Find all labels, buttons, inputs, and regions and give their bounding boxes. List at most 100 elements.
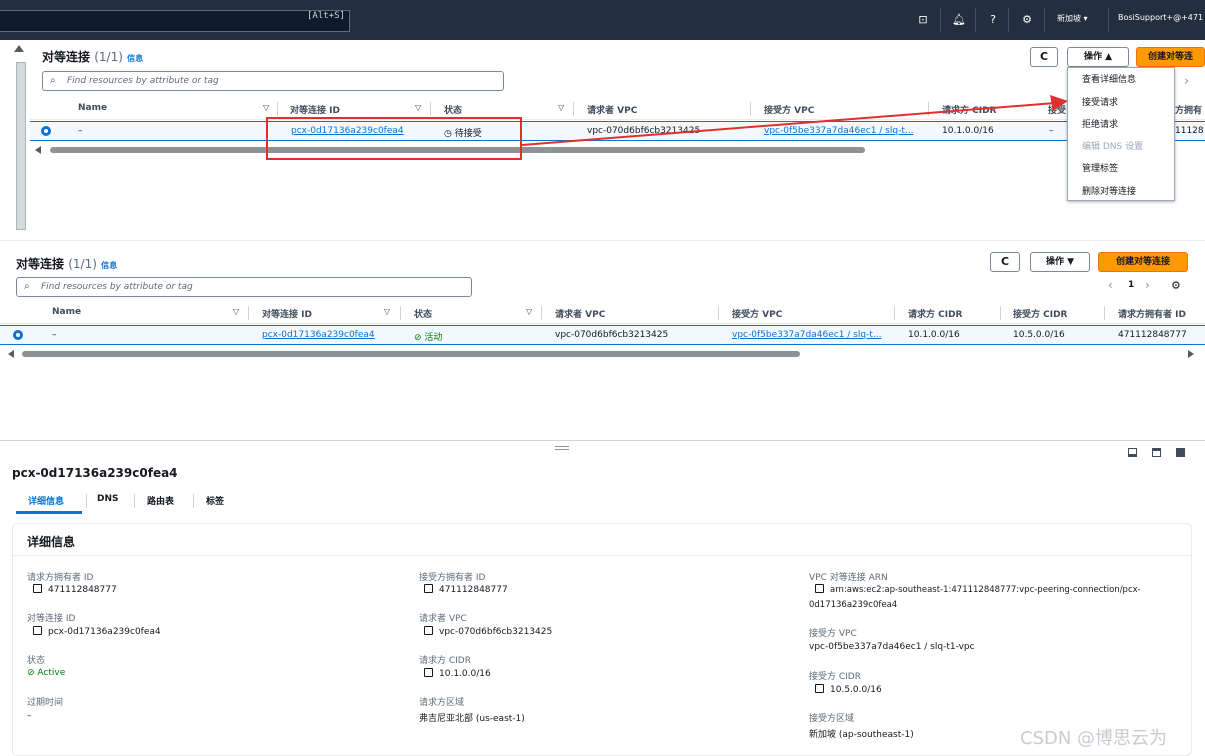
sort-icon[interactable]: ▽ [263,103,269,112]
search-icon: ⌕ [50,75,56,86]
cell-requester-cidr: 10.1.0.0/16 [908,330,960,340]
label-requester-owner: 请求方拥有者 ID [27,573,94,583]
col-name[interactable]: Name [52,307,81,317]
info-link[interactable]: 信息 [127,54,143,63]
col-owner[interactable]: 请求方拥有者 ID [1118,307,1186,320]
info-link[interactable]: 信息 [101,261,117,270]
value-accepter-vpc-link[interactable]: vpc-0f5be337a7da46ec1 / slq-t1-vpc [809,642,975,652]
next-page-icon[interactable]: › [1145,278,1150,292]
filter-search-input[interactable]: ⌕ Find resources by attribute or tag [16,277,472,297]
col-requester-cidr[interactable]: 请求方 CIDR [908,307,963,320]
card-title: 详细信息 [27,535,76,549]
label-peering-id: 对等连接 ID [27,614,76,624]
create-peering-button[interactable]: 创建对等连 [1136,47,1205,67]
value-accepter-region: 新加坡 (ap-southeast-1) [809,730,914,740]
copy-icon[interactable] [33,626,42,635]
scroll-right-icon[interactable] [1188,350,1194,358]
page-number[interactable]: 1 [1128,280,1134,290]
vertical-scrollbar[interactable] [16,62,26,230]
copy-icon[interactable] [424,626,433,635]
col-peering-id[interactable]: 对等连接 ID [262,307,312,320]
col-status[interactable]: 状态 [414,307,432,320]
value-expiration: – [27,711,32,721]
copy-icon[interactable] [424,668,433,677]
count-text: (1/1) [68,257,97,271]
copy-icon[interactable] [815,684,824,693]
details-card: 详细信息 [12,523,1192,756]
menu-edit-dns: 编辑 DNS 设置 [1082,142,1144,152]
account-menu[interactable]: BosiSupport+@+471 [1118,13,1203,22]
refresh-button[interactable]: C [1030,47,1058,67]
layout-full-icon[interactable] [1176,448,1185,457]
col-requester-vpc[interactable]: 请求者 VPC [555,307,605,320]
scroll-left-icon[interactable] [8,350,14,358]
value-peering-arn-cont: 0d17136a239c0fea4 [809,600,898,610]
label-accepter-owner: 接受方拥有者 ID [419,573,486,583]
filter-search-input[interactable]: ⌕ Find resources by attribute or tag [42,71,504,91]
layout-side-icon[interactable] [1152,448,1161,457]
menu-delete-peering[interactable]: 删除对等连接 [1082,184,1136,197]
col-accepter-vpc[interactable]: 接受方 VPC [732,307,782,320]
copy-icon[interactable] [815,584,824,593]
col-owner[interactable]: 方拥有 [1175,103,1202,116]
value-text: arn:aws:ec2:ap-southeast-1:471112848777:… [830,585,1141,595]
status-text: 活动 [424,333,443,343]
sort-icon[interactable]: ▽ [526,307,532,316]
scroll-up-arrow-icon[interactable] [14,45,24,52]
cell-peering-id-link[interactable]: pcx-0d17136a239c0fea4 [262,330,375,340]
menu-manage-tags[interactable]: 管理标签 [1082,161,1118,174]
copy-icon[interactable] [424,584,433,593]
col-accepter-cidr[interactable]: 接受方 CIDR [1013,307,1068,320]
actions-button[interactable]: 操作 ▼ [1030,252,1090,272]
row-radio[interactable] [13,330,23,340]
menu-accept-request[interactable]: 接受请求 [1082,95,1118,108]
create-peering-button[interactable]: 创建对等连接 [1098,252,1188,272]
settings-gear-icon[interactable]: ⚙ [1018,11,1036,29]
sort-icon[interactable]: ▽ [384,307,390,316]
title-text: 对等连接 [42,50,91,64]
help-icon[interactable]: ? [984,11,1002,29]
prev-page-icon[interactable]: ‹ [1108,278,1113,292]
watermark-text: CSDN @博思云为 [1020,728,1168,749]
global-search-input[interactable] [0,10,350,32]
title-text: 对等连接 [16,257,65,271]
cloudshell-icon[interactable]: ⊡ [914,11,932,29]
tab-route-tables[interactable]: 路由表 [147,494,174,507]
preferences-gear-icon[interactable]: ⚙ [1171,279,1181,292]
cell-name: – [78,126,83,136]
value-text: Active [37,668,66,678]
col-status[interactable]: 状态 [444,103,462,116]
label-peering-arn: VPC 对等连接 ARN [809,573,888,583]
row-radio[interactable] [41,126,51,136]
split-divider[interactable] [0,440,1205,441]
tab-dns[interactable]: DNS [97,494,119,504]
refresh-button[interactable]: C [990,252,1020,272]
layout-bottom-icon[interactable] [1128,448,1137,457]
col-peering-id[interactable]: 对等连接 ID [290,103,340,116]
card-header: 详细信息 [13,524,1191,556]
copy-icon[interactable] [33,584,42,593]
label-accepter-region: 接受方区域 [809,714,855,724]
cell-accepter-vpc-link[interactable]: vpc-0f5be337a7da46ec1 / slq-t... [732,330,881,340]
value-requester-owner: 471112848777 [33,584,117,595]
tab-tags[interactable]: 标签 [206,494,224,507]
check-circle-icon: ⊘ [414,333,425,343]
actions-button[interactable]: 操作 ▲ [1067,47,1129,67]
sort-icon[interactable]: ▽ [233,307,239,316]
panel-title: 对等连接 (1/1) 信息 [42,48,143,65]
scroll-thumb[interactable] [22,351,800,357]
next-page-icon[interactable]: › [1184,74,1189,89]
tab-details[interactable]: 详细信息 [28,494,64,507]
horizontal-scrollbar[interactable] [0,349,1205,359]
sort-icon[interactable]: ▽ [415,103,421,112]
notifications-icon[interactable]: 🔔︎ [950,11,968,29]
region-selector[interactable]: 新加坡 ▾ [1057,13,1088,24]
details-title: pcx-0d17136a239c0fea4 [12,466,178,480]
menu-reject-request[interactable]: 拒绝请求 [1082,117,1118,130]
label-accepter-vpc: 接受方 VPC [809,629,857,639]
drag-handle-icon[interactable] [555,446,569,450]
col-name[interactable]: Name [78,103,107,113]
scroll-left-icon[interactable] [35,146,41,154]
menu-view-details[interactable]: 查看详细信息 [1082,72,1136,85]
table-row[interactable]: – pcx-0d17136a239c0fea4 ⊘ 活动 vpc-070d6bf… [0,325,1205,345]
